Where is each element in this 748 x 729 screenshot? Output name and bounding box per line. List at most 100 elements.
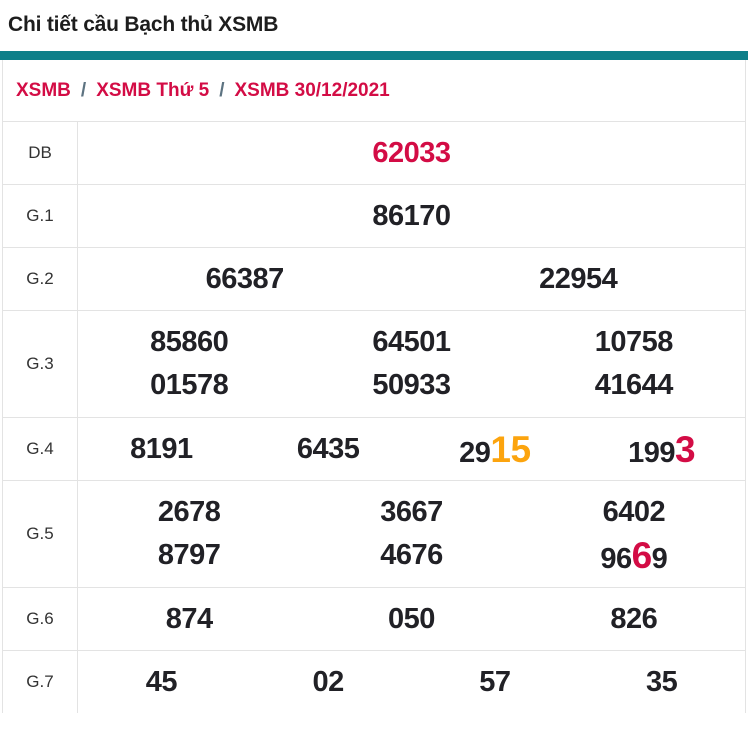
digits: 826 bbox=[610, 602, 658, 635]
prize-number: 2915 bbox=[412, 431, 579, 468]
prize-row-g1: G.1 86170 bbox=[3, 184, 745, 247]
prize-number-line: 62033 bbox=[78, 136, 745, 169]
digits: 9 bbox=[651, 543, 668, 575]
prize-row-g4: G.4 8191 6435 2915 1993 bbox=[3, 417, 745, 480]
prize-number: 45 bbox=[78, 665, 245, 698]
digits: 2678 bbox=[157, 496, 221, 528]
prize-number: 8797 bbox=[78, 541, 300, 570]
digits: 02 bbox=[312, 665, 344, 698]
prize-results-table: DB 62033 G.1 86170 G.2 66387 22954 G.3 85860 6450… bbox=[3, 121, 745, 713]
prize-label: G.2 bbox=[3, 248, 78, 310]
prize-numbers-area: 85860 64501 10758 01578 50933 41644 bbox=[78, 311, 745, 417]
prize-number: 874 bbox=[78, 602, 300, 635]
prize-number: 050 bbox=[300, 602, 522, 635]
prize-number: 64501 bbox=[300, 328, 522, 357]
digits: 66387 bbox=[205, 262, 285, 295]
digits: 01578 bbox=[150, 369, 229, 401]
digits: 57 bbox=[479, 665, 511, 698]
prize-number: 50933 bbox=[300, 371, 522, 400]
prize-number: 85860 bbox=[78, 328, 300, 357]
prize-number-line: 8191 6435 2915 1993 bbox=[78, 431, 745, 468]
highlighted-digits: 3 bbox=[675, 428, 696, 470]
breadcrumb-link-xsmb[interactable]: XSMB bbox=[16, 80, 71, 102]
prize-number-line: 86170 bbox=[78, 199, 745, 232]
prize-numbers-area: 86170 bbox=[78, 185, 745, 247]
prize-number: 22954 bbox=[412, 262, 746, 295]
prize-number: 3667 bbox=[300, 498, 522, 527]
results-panel: XSMB / XSMB Thứ 5 / XSMB 30/12/2021 DB 62… bbox=[2, 60, 746, 713]
prize-number: 4676 bbox=[300, 541, 522, 570]
prize-row-g6: G.6 874 050 826 bbox=[3, 587, 745, 650]
prize-row-g5: G.5 2678 3667 6402 8797 4676 9669 bbox=[3, 480, 745, 587]
breadcrumb-link-xsmb-date[interactable]: XSMB 30/12/2021 bbox=[234, 80, 389, 102]
highlighted-digits: 15 bbox=[490, 428, 531, 470]
digits: 874 bbox=[165, 602, 213, 635]
prize-row-db: DB 62033 bbox=[3, 121, 745, 184]
prize-numbers-area: 62033 bbox=[78, 122, 745, 184]
prize-number: 41644 bbox=[523, 371, 745, 400]
prize-number: 01578 bbox=[78, 371, 300, 400]
prize-number: 1993 bbox=[578, 431, 745, 468]
prize-number-line: 66387 22954 bbox=[78, 262, 746, 295]
prize-number: 8191 bbox=[78, 432, 245, 465]
prize-number: 9669 bbox=[523, 537, 745, 574]
prize-number-line: 85860 64501 10758 bbox=[78, 321, 745, 364]
prize-number-line: 45 02 57 35 bbox=[78, 665, 745, 698]
prize-row-g2: G.2 66387 22954 bbox=[3, 247, 745, 310]
prize-row-g7: G.7 45 02 57 35 bbox=[3, 650, 745, 713]
prize-numbers-area: 66387 22954 bbox=[78, 248, 745, 310]
prize-numbers-area: 8191 6435 2915 1993 bbox=[78, 418, 745, 480]
accent-divider-bar bbox=[0, 51, 748, 60]
digits: 050 bbox=[388, 602, 435, 635]
prize-number: 826 bbox=[523, 602, 745, 635]
breadcrumb: XSMB / XSMB Thứ 5 / XSMB 30/12/2021 bbox=[3, 60, 745, 121]
prize-number: 6435 bbox=[245, 432, 412, 465]
digits: 6435 bbox=[296, 432, 360, 465]
prize-label: G.1 bbox=[3, 185, 78, 247]
prize-label: G.5 bbox=[3, 481, 78, 587]
prize-numbers-area: 874 050 826 bbox=[78, 588, 745, 650]
prize-number-line: 8797 4676 9669 bbox=[78, 534, 745, 577]
digits: 50933 bbox=[372, 369, 451, 401]
prize-label: G.6 bbox=[3, 588, 78, 650]
digits: 45 bbox=[145, 665, 178, 698]
prize-label: G.7 bbox=[3, 651, 78, 713]
digits: 35 bbox=[645, 665, 678, 698]
highlighted-digits: 62033 bbox=[372, 136, 451, 169]
highlighted-digits: 6 bbox=[631, 535, 653, 576]
digits: 199 bbox=[628, 436, 676, 469]
digits: 6402 bbox=[602, 496, 666, 528]
digits: 3667 bbox=[380, 496, 443, 528]
digits: 86170 bbox=[372, 199, 451, 232]
prize-number-line: 2678 3667 6402 bbox=[78, 491, 745, 534]
prize-numbers-area: 2678 3667 6402 8797 4676 9669 bbox=[78, 481, 745, 587]
prize-row-g3: G.3 85860 64501 10758 01578 50933 41644 bbox=[3, 310, 745, 417]
digits: 8797 bbox=[157, 539, 221, 571]
digits: 22954 bbox=[539, 262, 618, 295]
prize-label: DB bbox=[3, 122, 78, 184]
digits: 29 bbox=[459, 436, 491, 469]
prize-label: G.4 bbox=[3, 418, 78, 480]
page-title: Chi tiết cầu Bạch thủ XSMB bbox=[8, 13, 279, 36]
breadcrumb-separator: / bbox=[80, 79, 87, 101]
breadcrumb-link-xsmb-weekday[interactable]: XSMB Thứ 5 bbox=[96, 80, 209, 102]
prize-numbers-area: 45 02 57 35 bbox=[78, 651, 745, 713]
digits: 85860 bbox=[150, 326, 229, 358]
prize-number-line: 01578 50933 41644 bbox=[78, 364, 745, 407]
prize-number: 62033 bbox=[78, 136, 745, 169]
prize-number: 2678 bbox=[78, 498, 300, 527]
digits: 4676 bbox=[380, 539, 443, 571]
prize-number: 57 bbox=[412, 665, 579, 698]
prize-number: 6402 bbox=[523, 498, 745, 527]
prize-number: 35 bbox=[578, 665, 745, 698]
digits: 10758 bbox=[594, 326, 674, 358]
digits: 8191 bbox=[130, 432, 193, 465]
digits: 96 bbox=[600, 543, 632, 575]
breadcrumb-separator: / bbox=[219, 79, 225, 101]
prize-number: 10758 bbox=[523, 328, 745, 357]
prize-number: 02 bbox=[245, 665, 412, 698]
prize-label: G.3 bbox=[3, 311, 78, 417]
prize-number: 66387 bbox=[78, 262, 412, 295]
digits: 41644 bbox=[594, 369, 674, 401]
prize-number-line: 874 050 826 bbox=[78, 602, 745, 635]
